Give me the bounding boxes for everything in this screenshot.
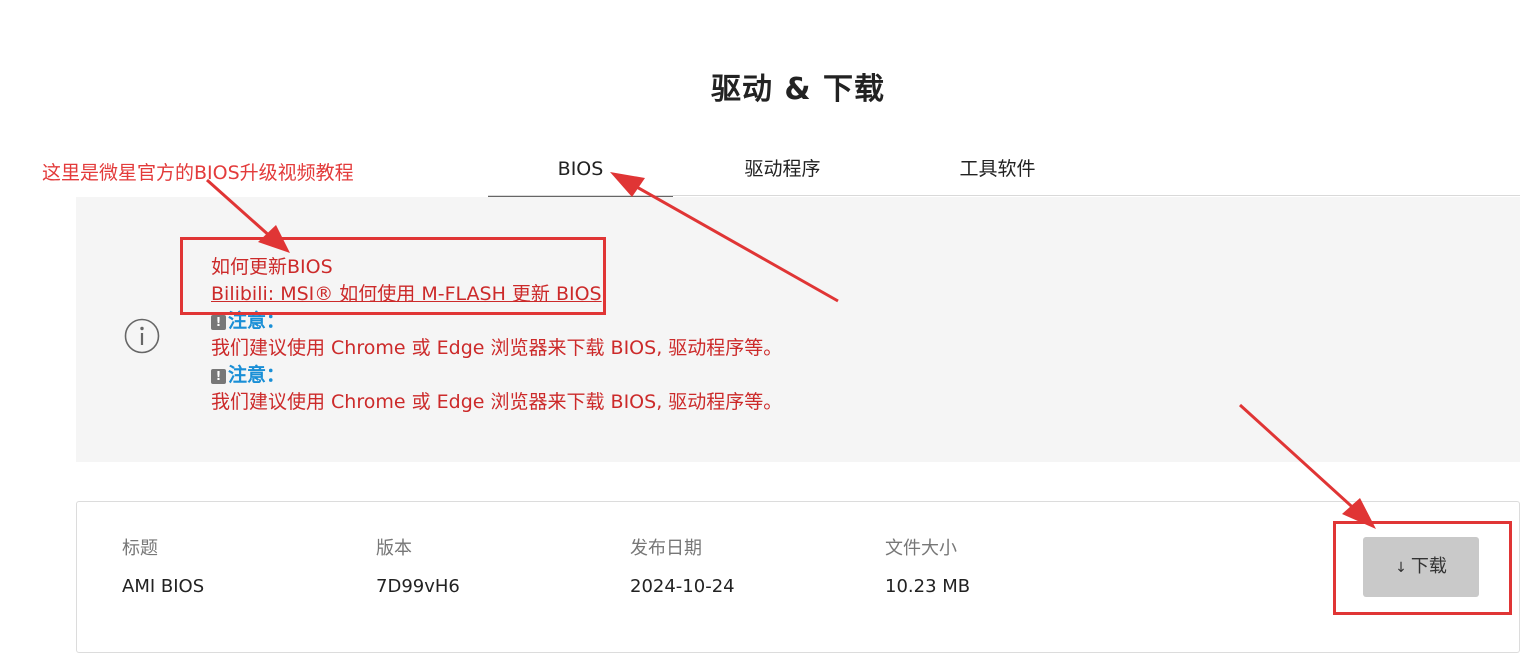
tab-drivers[interactable]: 驱动程序 [690, 150, 875, 195]
column-value-version: 7D99vH6 [376, 576, 460, 597]
page-title: 驱动 & 下载 [710, 72, 886, 107]
tab-divider [488, 195, 1520, 196]
warning-text: 我们建议使用 Chrome 或 Edge 浏览器来下载 BIOS, 驱动程序等。 [211, 337, 783, 359]
warning-icon: ! [211, 315, 226, 330]
column-version: 版本 7D99vH6 [376, 536, 460, 600]
annotation-box-tutorial [180, 237, 606, 315]
annotation-text: 这里是微星官方的BIOS升级视频教程 [42, 162, 354, 184]
warning-label: 注意： [228, 364, 286, 386]
column-file-size: 文件大小 10.23 MB [885, 536, 970, 600]
bios-download-card [76, 501, 1520, 653]
column-release-date: 发布日期 2024-10-24 [630, 536, 735, 600]
column-title: 标题 AMI BIOS [122, 536, 204, 600]
column-label-title: 标题 [122, 538, 158, 559]
tab-bios[interactable]: BIOS [488, 150, 673, 198]
column-value-title: AMI BIOS [122, 576, 205, 597]
warning-icon: ! [211, 369, 226, 384]
annotation-box-download [1333, 521, 1512, 615]
column-label-file-size: 文件大小 [885, 538, 957, 559]
column-label-version: 版本 [376, 538, 412, 559]
column-value-file-size: 10.23 MB [885, 576, 971, 597]
info-icon [124, 318, 160, 354]
warning-label-row: ! 注意： [211, 362, 782, 389]
warning-text: 我们建议使用 Chrome 或 Edge 浏览器来下载 BIOS, 驱动程序等。 [211, 391, 783, 413]
tab-utilities[interactable]: 工具软件 [905, 150, 1090, 195]
column-label-release-date: 发布日期 [630, 538, 702, 559]
column-value-release-date: 2024-10-24 [630, 576, 735, 597]
